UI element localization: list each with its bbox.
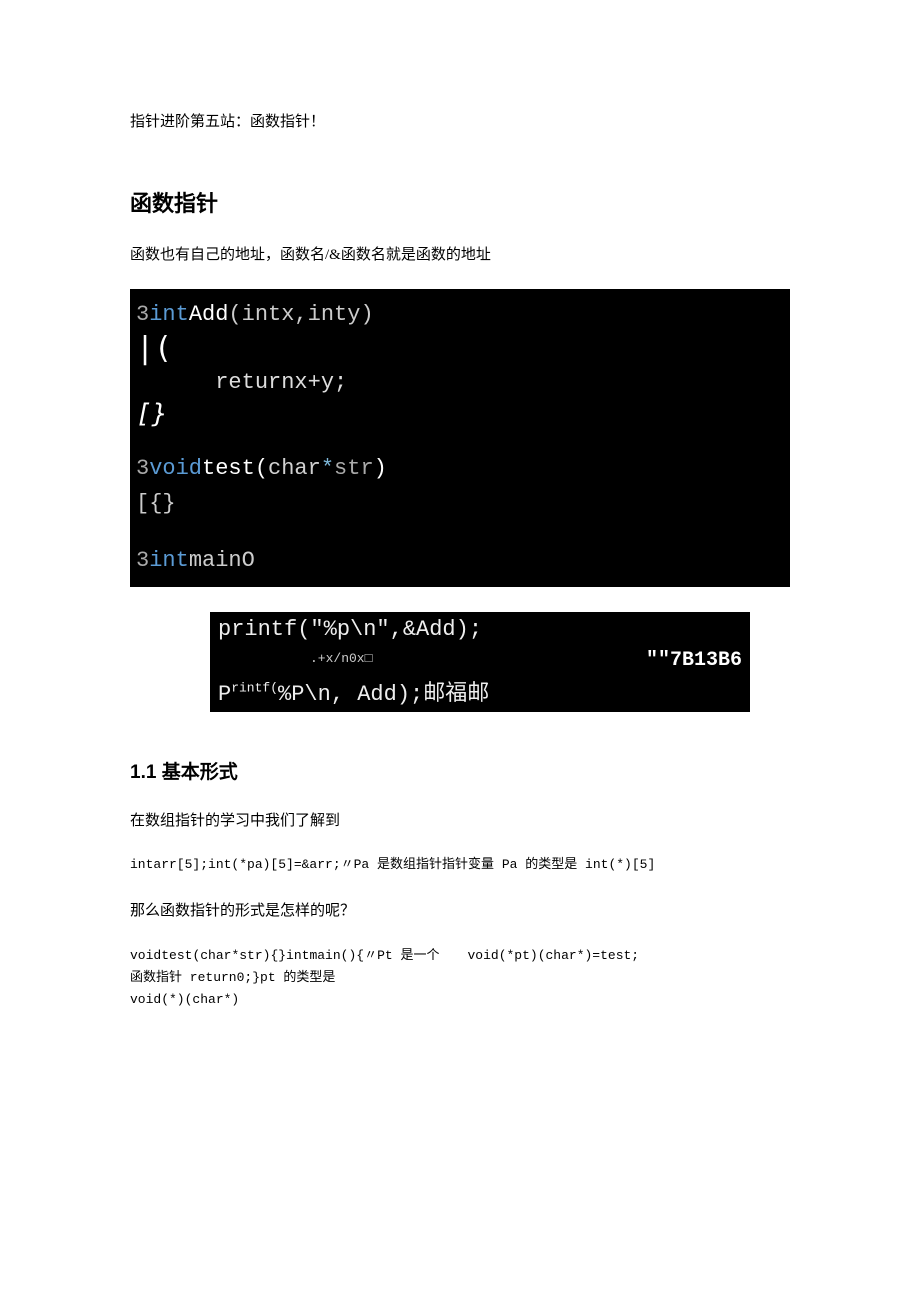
kw-void: void (130, 948, 161, 963)
code-line: 3intAdd(intx,inty) (136, 297, 790, 332)
heading-basic-form: 1.1 基本形式 (130, 757, 790, 784)
code-line: 3intmainO (136, 543, 790, 578)
line-prefix: 3 (136, 548, 149, 573)
keyword-int: int (149, 548, 189, 573)
keyword-void: void (149, 456, 202, 481)
code-line: 函数指针 return0;}pt 的类型是 (130, 967, 439, 989)
printf-mid: %P\n, Add); (278, 682, 423, 707)
return-statement: returnx+y; (215, 370, 347, 395)
paragraph-2: 在数组指针的学习中我们了解到 (130, 809, 790, 830)
code-line: voidtest(char*str){}intmain(){〃Pt 是一个 (130, 945, 439, 967)
indent (136, 370, 215, 395)
code-line: void(*pt)(char*)=test; (467, 945, 639, 967)
document-page: 指针进阶第五站：函数指针！ 函数指针 函数也有自己的地址，函数名/&函数名就是函… (0, 0, 920, 1011)
code-block-2: printf("%p\n",&Add); .+x/n0x□ ""7B13B6 P… (210, 612, 750, 712)
paren-open: ( (255, 456, 268, 481)
function-name: test (202, 456, 255, 481)
type-char: char (268, 456, 321, 481)
line-prefix: 3 (136, 456, 149, 481)
fn-test: test (161, 948, 192, 963)
code-inline-1: intarr[5];int(*pa)[5]=&arr;〃Pa 是数组指针指针变量… (130, 855, 790, 875)
output-line: .+x/n0x□ ""7B13B6 (210, 647, 750, 670)
code-line: void(*)(char*) (130, 989, 439, 1011)
function-name: Add (189, 302, 229, 327)
blank-line (136, 429, 790, 451)
p-char: P (218, 682, 231, 707)
code-col-right: void(*pt)(char*)=test; (467, 945, 639, 1011)
code-line-brace: |( (136, 332, 790, 365)
output-hex: ""7B13B6 (646, 649, 742, 672)
code-col-left: voidtest(char*str){}intmain(){〃Pt 是一个 函数… (130, 945, 467, 1011)
code-inline-2: voidtest(char*str){}intmain(){〃Pt 是一个 函数… (130, 945, 790, 1011)
printf-line-1: printf("%p\n",&Add); (210, 612, 750, 647)
code-line-brace: [} (136, 400, 790, 429)
arguments: (intx,inty) (228, 302, 373, 327)
star: * (321, 456, 334, 481)
main-fn: mainO (189, 548, 255, 573)
intro-text: 指针进阶第五站：函数指针！ (130, 110, 790, 131)
printf-line-2: Printf(%P\n, Add);邮福邮 (210, 670, 750, 712)
blank-line (136, 521, 790, 543)
heading-function-pointer: 函数指针 (130, 186, 790, 218)
output-left: .+x/n0x□ (310, 651, 372, 666)
keyword-int: int (149, 302, 189, 327)
var-str: str (334, 456, 374, 481)
paragraph-1: 函数也有自己的地址，函数名/&函数名就是函数的地址 (130, 243, 790, 264)
cn-text: 邮福邮 (423, 680, 489, 705)
code-line-brace: [{} (136, 486, 790, 521)
paragraph-3: 那么函数指针的形式是怎样的呢？ (130, 899, 790, 920)
rintf-super: rintf( (231, 680, 278, 695)
code-block-1: 3intAdd(intx,inty) |( returnx+y; [} 3voi… (130, 289, 790, 587)
paren-close: ) (374, 456, 387, 481)
code-line: returnx+y; (136, 365, 790, 400)
rest: (char*str){}intmain(){〃Pt 是一个 (192, 948, 439, 963)
code-line: 3voidtest(char*str) (136, 451, 790, 486)
line-prefix: 3 (136, 302, 149, 327)
